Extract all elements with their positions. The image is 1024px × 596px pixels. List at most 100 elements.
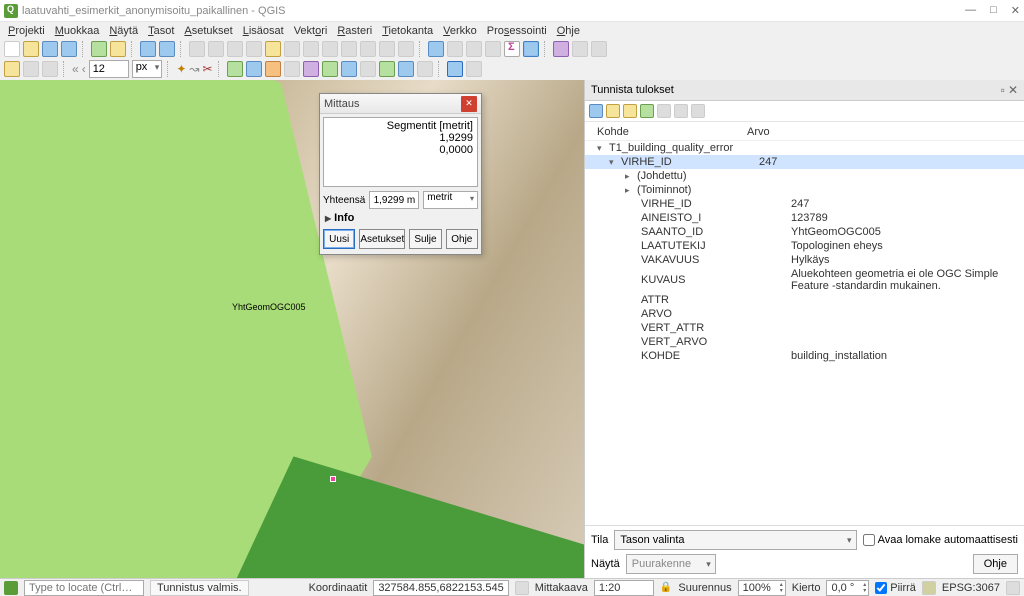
help-button[interactable]: Ohje [973, 554, 1018, 574]
menu-projekti[interactable]: Projekti [4, 25, 49, 37]
menu-tietokanta[interactable]: Tietokanta [378, 25, 437, 37]
identify-icon[interactable] [428, 41, 444, 57]
unit-select[interactable]: metrit [423, 191, 478, 209]
new-button[interactable]: Uusi [323, 229, 355, 249]
mode-select[interactable]: Tason valinta [614, 530, 856, 550]
new-project-icon[interactable] [4, 41, 20, 57]
refresh-icon[interactable] [398, 41, 414, 57]
add-csv-icon[interactable] [284, 61, 300, 77]
copy-attrs-icon[interactable] [674, 104, 688, 118]
dialog-close-button[interactable]: ✕ [461, 96, 477, 112]
total-value[interactable] [369, 191, 419, 209]
edit-toggle-icon[interactable] [4, 61, 20, 77]
coord-toggle-icon[interactable] [515, 581, 529, 595]
menu-verkko[interactable]: Verkko [439, 25, 481, 37]
measure-icon[interactable] [523, 41, 539, 57]
field-calc-icon[interactable] [466, 41, 482, 57]
crs-value[interactable]: EPSG:3067 [942, 582, 1000, 594]
close-button[interactable]: Sulje [409, 229, 441, 249]
tree-actions-row[interactable]: ▸(Toiminnot) [585, 183, 1024, 197]
redo-icon[interactable] [159, 41, 175, 57]
attribute-table-icon[interactable] [447, 41, 463, 57]
panel-close-icon[interactable]: ✕ [1008, 83, 1018, 97]
zoom-out-icon[interactable] [246, 41, 262, 57]
cut-icon[interactable]: ✂ [202, 62, 212, 76]
mag-value[interactable]: 100% [738, 580, 786, 596]
scale-value[interactable]: 1:20 [594, 580, 654, 596]
annotation-icon[interactable] [572, 41, 588, 57]
zoom-layer-icon[interactable] [322, 41, 338, 57]
menu-nayta[interactable]: Näytä [105, 25, 142, 37]
crs-icon[interactable] [922, 581, 936, 595]
add-wfs-icon[interactable] [398, 61, 414, 77]
processing-toolbox-icon[interactable] [447, 61, 463, 77]
expand-tree-icon[interactable] [589, 104, 603, 118]
menu-vektori[interactable]: Vektori [290, 25, 332, 37]
rot-value[interactable]: 0,0 ° [826, 580, 869, 596]
zoom-native-icon[interactable] [265, 41, 281, 57]
add-oracle-icon[interactable] [360, 61, 376, 77]
open-form-icon[interactable] [640, 104, 654, 118]
clear-results-icon[interactable] [657, 104, 671, 118]
add-postgis-icon[interactable] [303, 61, 319, 77]
snap-tolerance-input[interactable] [89, 60, 129, 78]
menu-prosessointi[interactable]: Prosessointi [483, 25, 551, 37]
window-maximize-button[interactable]: □ [990, 4, 997, 17]
scale-lock-icon[interactable]: 🔒 [660, 582, 672, 593]
dialog-titlebar[interactable]: Mittaus ✕ [320, 94, 481, 114]
pan-icon[interactable] [189, 41, 205, 57]
trace-icon[interactable]: ↝ [189, 62, 199, 76]
add-feature-icon[interactable] [42, 61, 58, 77]
add-mesh-icon[interactable] [265, 61, 281, 77]
panel-undock-icon[interactable]: ▫ [1001, 83, 1005, 97]
save-project-icon[interactable] [42, 41, 58, 57]
render-checkbox[interactable]: Piirrä [875, 582, 916, 594]
layout-manager-icon[interactable] [110, 41, 126, 57]
add-layer-icon[interactable] [91, 41, 107, 57]
info-toggle[interactable]: ▶Info [323, 209, 478, 227]
help-button[interactable]: Ohje [446, 229, 478, 249]
next-feature-icon[interactable]: ‹ [82, 62, 86, 76]
menu-lisaosat[interactable]: Lisäosat [239, 25, 288, 37]
locator-input[interactable] [24, 580, 144, 596]
open-project-icon[interactable] [23, 41, 39, 57]
add-vector-icon[interactable] [227, 61, 243, 77]
add-raster-icon[interactable] [246, 61, 262, 77]
snap-vertex-icon[interactable]: ✦ [176, 62, 186, 76]
python-console-icon[interactable] [466, 61, 482, 77]
map-canvas[interactable]: YhtGeomOGC005 [0, 80, 584, 578]
save-edits-icon[interactable] [23, 61, 39, 77]
add-wms-icon[interactable] [379, 61, 395, 77]
prev-feature-icon[interactable]: « [72, 62, 79, 76]
collapse-tree-icon[interactable] [606, 104, 620, 118]
window-minimize-button[interactable]: — [965, 4, 976, 17]
log-messages-icon[interactable] [1006, 581, 1020, 595]
menu-asetukset[interactable]: Asetukset [180, 25, 236, 37]
menu-rasteri[interactable]: Rasteri [333, 25, 376, 37]
tree-derived-row[interactable]: ▸(Johdettu) [585, 169, 1024, 183]
snap-unit-select[interactable]: px [132, 60, 163, 78]
settings-button[interactable]: Asetukset [359, 229, 405, 249]
tree-layer-row[interactable]: ▾T1_building_quality_error [585, 141, 1024, 155]
window-close-button[interactable]: ✕ [1011, 4, 1020, 17]
save-as-icon[interactable] [61, 41, 77, 57]
menu-ohje[interactable]: Ohje [553, 25, 584, 37]
qgis-locator-icon[interactable] [4, 581, 18, 595]
statistics-icon[interactable] [504, 41, 520, 57]
tree-feature-row[interactable]: ▾VIRHE_ID 247 [585, 155, 1024, 169]
coord-value[interactable]: 327584.855,6822153.545 [373, 580, 508, 596]
zoom-in-icon[interactable] [227, 41, 243, 57]
undo-icon[interactable] [140, 41, 156, 57]
pan-selection-icon[interactable] [208, 41, 224, 57]
add-xyz-icon[interactable] [417, 61, 433, 77]
auto-open-checkbox[interactable]: Avaa lomake automaattisesti [863, 534, 1018, 546]
menu-tasot[interactable]: Tasot [144, 25, 178, 37]
print-icon[interactable] [691, 104, 705, 118]
expand-new-icon[interactable] [623, 104, 637, 118]
zoom-next-icon[interactable] [360, 41, 376, 57]
menu-muokkaa[interactable]: Muokkaa [51, 25, 104, 37]
add-spatialite-icon[interactable] [322, 61, 338, 77]
zoom-selection-icon[interactable] [303, 41, 319, 57]
zoom-full-icon[interactable] [284, 41, 300, 57]
bookmark-icon[interactable] [591, 41, 607, 57]
